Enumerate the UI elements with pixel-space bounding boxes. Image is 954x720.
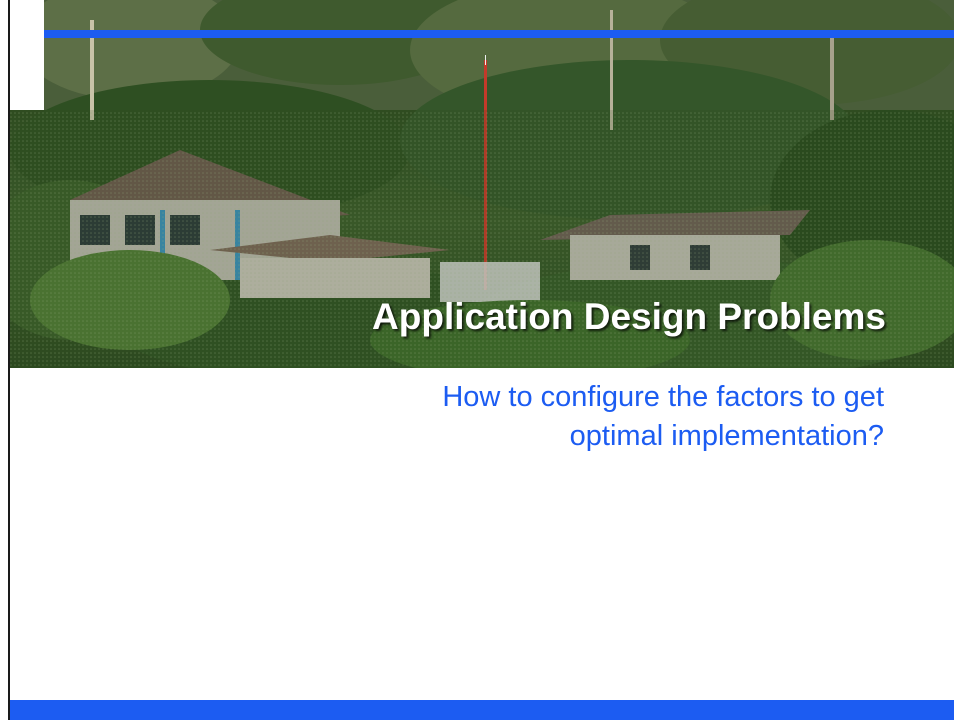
subtitle-line-1: How to configure the factors to get [442,381,884,413]
bottom-accent-bar [10,700,954,720]
slide-title: Application Design Problems [372,296,886,337]
corner-accent [10,0,44,110]
slide: Application Design Problems How to confi… [0,0,954,720]
top-accent-bar [44,30,954,38]
subtitle-line-2: optimal implementation? [569,420,884,452]
slide-subtitle: How to configure the factors to get opti… [100,378,884,456]
left-divider-line [8,0,10,720]
